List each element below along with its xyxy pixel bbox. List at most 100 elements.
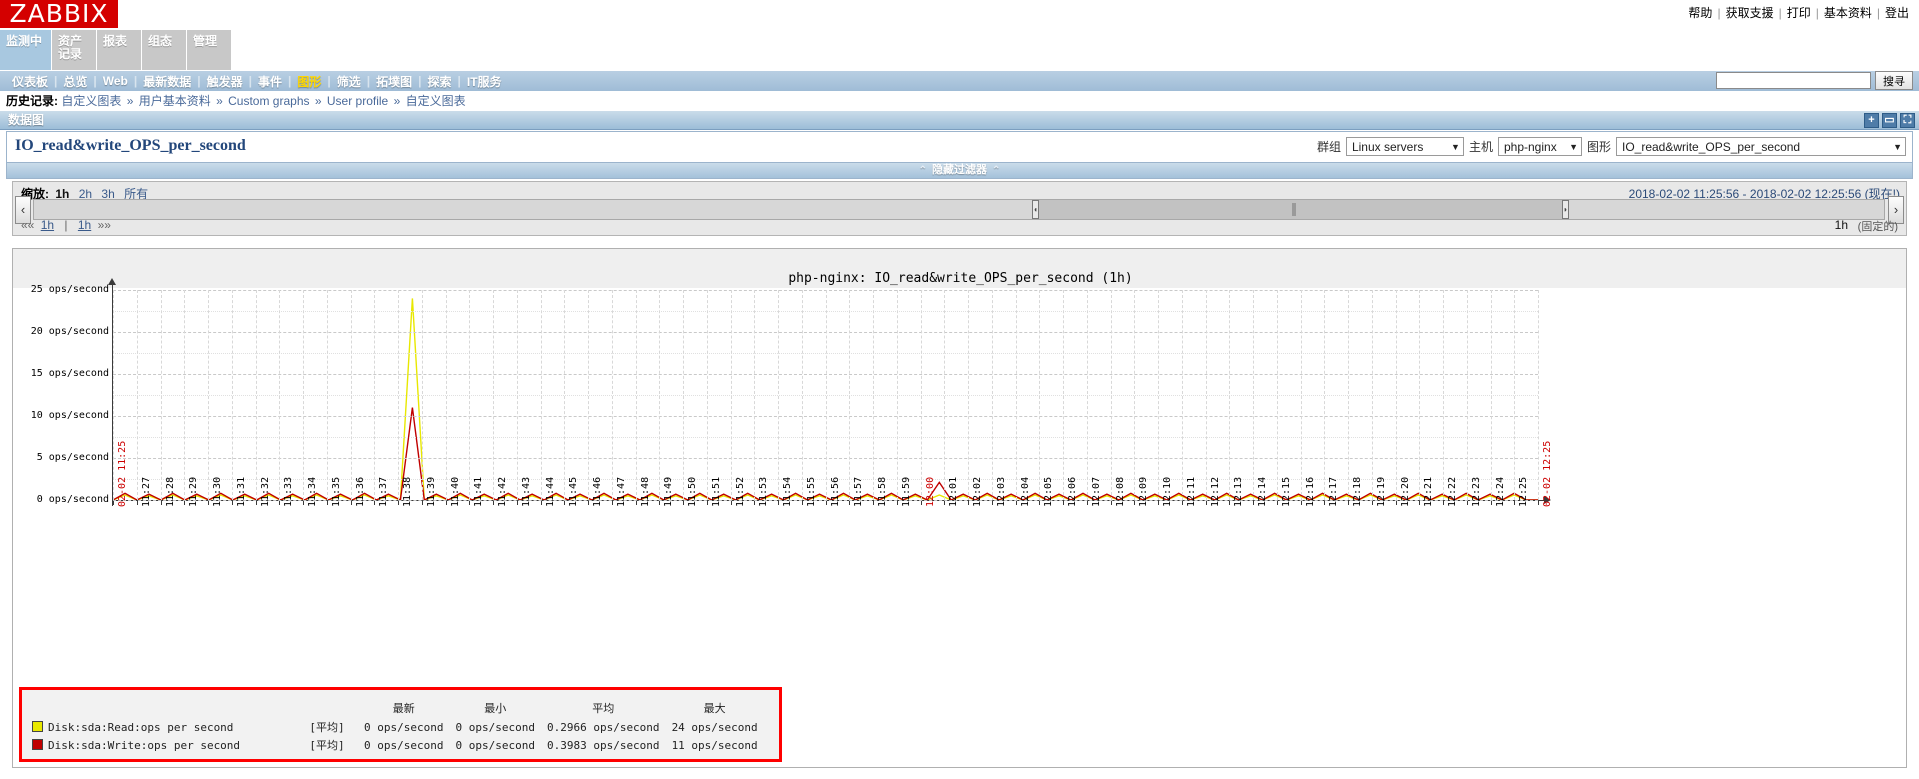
main-tab-monitoring[interactable]: 监测中 <box>0 30 52 70</box>
time-range-left-handle[interactable]: ◖ <box>1032 200 1039 219</box>
breadcrumb-item-2[interactable]: Custom graphs <box>228 94 309 108</box>
legend-row: Disk:sda:Write:ops per second [平均] 0 ops/s… <box>30 736 764 754</box>
header-link-support[interactable]: 获取支援 <box>1724 6 1776 20</box>
legend-col-swatch <box>30 700 46 718</box>
y-axis-tick-label: 25 ops/second <box>30 284 109 295</box>
time-scrollbar-track[interactable]: ◖ ◗ <box>33 199 1885 220</box>
subnav-item-it-services[interactable]: IT服务 <box>461 73 508 90</box>
subnav-item-screens[interactable]: 筛选 <box>331 73 367 90</box>
time-scrollbar-grip[interactable] <box>1292 203 1296 216</box>
subnav-item-discovery[interactable]: 探索 <box>421 73 457 90</box>
x-axis-tick-label: 12:11 <box>1185 476 1197 507</box>
main-tab-bar: 监测中 资产记录 报表 组态 管理 <box>0 30 232 70</box>
x-axis-tick <box>683 501 684 505</box>
y-axis-tick-label: 5 ops/second <box>36 452 109 463</box>
subnav-item-web[interactable]: Web <box>97 74 134 88</box>
x-axis-tick-label: 12:15 <box>1280 476 1292 507</box>
grid-line-vertical <box>516 290 518 500</box>
legend-swatch-cell <box>30 736 46 754</box>
breadcrumb-item-4[interactable]: 自定义图表 <box>406 94 466 108</box>
x-axis-tick-label: 12:04 <box>1019 476 1031 507</box>
fullscreen-icon[interactable]: ⛶ <box>1900 113 1915 128</box>
chevron-up-icon: ⌃ <box>992 165 1001 176</box>
nav-prev-icon[interactable]: «« <box>21 218 34 232</box>
legend-max-value: 24 ops/second <box>671 720 758 734</box>
x-axis-tick-label: 11:27 <box>140 476 152 507</box>
header-link-logout[interactable]: 登出 <box>1883 6 1911 20</box>
x-axis-tick-label: 12:03 <box>995 476 1007 507</box>
grid-line-vertical <box>1039 290 1041 500</box>
x-axis-tick <box>778 501 779 505</box>
x-axis-tick-label: 11:50 <box>687 476 698 507</box>
time-scrollbar-thumb[interactable] <box>1034 200 1564 219</box>
breadcrumb-item-1[interactable]: 用户基本资料 <box>139 94 211 108</box>
x-axis-tick <box>730 501 732 505</box>
add-icon[interactable]: + <box>1864 113 1879 128</box>
x-axis-tick-label: 11:37 <box>378 476 390 507</box>
grid-line-vertical <box>113 290 114 500</box>
fixed-span-value: 1h <box>1834 218 1848 232</box>
breadcrumb-separator: » <box>314 94 322 108</box>
search-button[interactable]: 搜寻 <box>1875 71 1913 90</box>
nav-next-step[interactable]: 1h <box>75 218 94 232</box>
filter-toggle-bar[interactable]: ⌃ 隐藏过滤器 ⌃ <box>6 163 1913 179</box>
grid-line-vertical <box>1466 290 1468 500</box>
collapse-icon[interactable]: ▭ <box>1882 113 1897 128</box>
legend-min-value: 0 ops/second <box>455 738 535 752</box>
main-tab-inventory[interactable]: 资产记录 <box>52 30 97 70</box>
header-link-print[interactable]: 打印 <box>1785 6 1813 20</box>
search-input[interactable] <box>1716 72 1871 89</box>
header-link-help[interactable]: 帮助 <box>1686 6 1714 20</box>
subnav-item-latest-data[interactable]: 最新数据 <box>137 73 197 90</box>
legend-row: Disk:sda:Read:ops per second [平均] 0 ops/se… <box>30 718 764 736</box>
subnav-item-triggers[interactable]: 触发器 <box>201 73 249 90</box>
x-axis-tick <box>1015 501 1017 505</box>
grid-line-vertical <box>1181 290 1183 500</box>
x-axis-tick <box>1419 501 1421 505</box>
graph-image-area: php-nginx: IO_read&write_OPS_per_second … <box>12 248 1907 768</box>
x-axis-tick <box>1276 501 1278 505</box>
breadcrumb-item-0[interactable]: 自定义图表 <box>61 94 121 108</box>
nav-prev-step[interactable]: 1h <box>38 218 57 232</box>
x-axis-tick-label: 11:44 <box>544 476 556 507</box>
grid-line-vertical <box>849 290 851 500</box>
x-axis-tick <box>1229 501 1231 505</box>
main-tab-administration[interactable]: 管理 <box>187 30 232 70</box>
graph-header-row: IO_read&write_OPS_per_second 群组 Linux se… <box>6 131 1913 163</box>
grid-line-vertical <box>1110 290 1112 500</box>
main-tab-configuration[interactable]: 组态 <box>142 30 187 70</box>
x-axis-tick-label: 12:06 <box>1067 476 1078 507</box>
grid-line-vertical <box>1443 290 1444 500</box>
subnav-item-graphs[interactable]: 图形 <box>291 73 327 90</box>
filter-toggle-label: 隐藏过滤器 <box>932 164 987 176</box>
x-axis-tick-label: 11:31 <box>235 476 247 507</box>
x-axis-tick <box>540 501 542 505</box>
group-select[interactable]: Linux servers ▼ <box>1345 137 1464 156</box>
main-tab-reports[interactable]: 报表 <box>97 30 142 70</box>
nav-separator: | <box>64 218 68 232</box>
x-axis-tick <box>1039 501 1041 505</box>
x-axis-tick-label: 11:28 <box>164 476 176 507</box>
page-title-icons: + ▭ ⛶ <box>1864 111 1915 130</box>
x-axis-tick-label: 12:02 <box>972 476 983 507</box>
graph-select[interactable]: IO_read&write_OPS_per_second ▼ <box>1616 137 1906 156</box>
page-title: 数据图 <box>0 111 1919 130</box>
x-axis-tick <box>1490 501 1492 505</box>
x-axis-tick <box>421 501 423 505</box>
x-axis-tick-label: 12:25 <box>1518 476 1530 507</box>
x-axis-tick <box>1158 501 1159 505</box>
header-link-profile[interactable]: 基本资料 <box>1822 6 1874 20</box>
subnav-item-overview[interactable]: 总览 <box>57 73 93 90</box>
legend-color-swatch <box>32 720 43 732</box>
time-range-right-handle[interactable]: ◗ <box>1562 200 1569 219</box>
subnav-item-events[interactable]: 事件 <box>252 73 288 90</box>
breadcrumb-label: 历史记录: <box>6 94 58 108</box>
grid-line-vertical <box>778 290 779 500</box>
breadcrumb-item-3[interactable]: User profile <box>327 94 388 108</box>
host-select[interactable]: php-nginx ▼ <box>1497 137 1582 156</box>
y-axis-tick-label: 20 ops/second <box>30 326 109 337</box>
x-axis-tick-label: 11:34 <box>307 476 318 507</box>
subnav-item-maps[interactable]: 拓墣图 <box>370 73 418 90</box>
nav-next-icon[interactable]: »» <box>98 218 111 232</box>
subnav-item-dashboard[interactable]: 仪表板 <box>6 73 54 90</box>
